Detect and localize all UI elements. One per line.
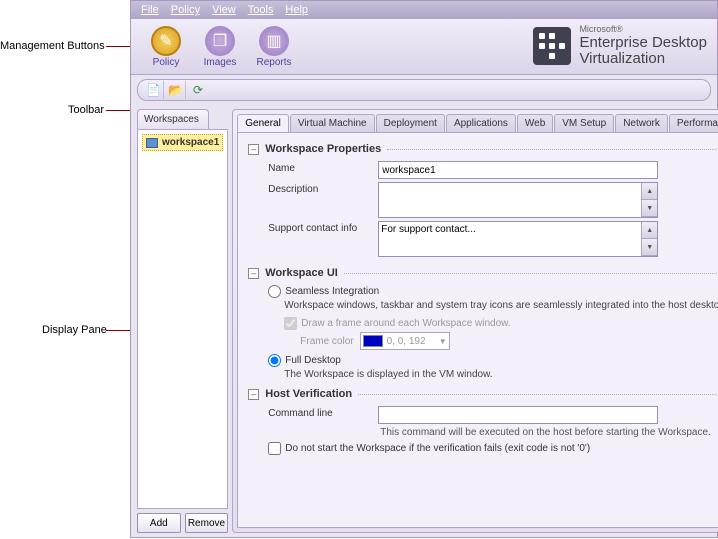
toolbar: 📄 📂 ⟳ [137, 79, 711, 101]
management-bar: ✎ Policy ❐ Images ▥ Reports Microsoft® E… [131, 19, 717, 75]
tab-general[interactable]: General [237, 114, 289, 132]
frame-check-label: Draw a frame around each Workspace windo… [301, 318, 510, 329]
sidebar-tab-workspaces[interactable]: Workspaces [137, 109, 209, 129]
menubar: File Policy View Tools Help [131, 1, 717, 19]
sidebar: Workspaces workspace1 Add Remove [137, 109, 228, 533]
fulldesktop-radio[interactable] [268, 354, 281, 367]
collapse-icon[interactable]: – [248, 144, 259, 155]
annotation-toolbar: Toolbar [68, 104, 104, 116]
tab-deployment[interactable]: Deployment [376, 114, 445, 132]
description-label: Description [268, 182, 378, 195]
spin-down-icon[interactable]: ▼ [641, 200, 657, 217]
tab-performance[interactable]: Performance [669, 114, 718, 132]
seamless-desc: Workspace windows, taskbar and system tr… [284, 300, 718, 311]
menu-policy[interactable]: Policy [167, 4, 204, 16]
command-line-input[interactable] [378, 406, 658, 424]
menu-help[interactable]: Help [281, 4, 312, 16]
command-line-label: Command line [268, 406, 378, 419]
policy-icon: ✎ [151, 26, 181, 56]
support-input[interactable] [379, 222, 641, 256]
fail-checkbox[interactable] [268, 442, 281, 455]
tab-applications[interactable]: Applications [446, 114, 516, 132]
annotation-mgmt: Management Buttons [0, 40, 105, 52]
tab-bar: General Virtual Machine Deployment Appli… [237, 114, 718, 132]
reports-icon: ▥ [259, 26, 289, 56]
spin-down-icon[interactable]: ▼ [641, 239, 657, 256]
name-label: Name [268, 161, 378, 174]
remove-button[interactable]: Remove [185, 513, 229, 533]
menu-tools[interactable]: Tools [244, 4, 278, 16]
section-workspace-properties: Workspace Properties [265, 143, 381, 155]
fulldesktop-label: Full Desktop [285, 355, 341, 366]
tab-virtual-machine[interactable]: Virtual Machine [290, 114, 375, 132]
spin-up-icon[interactable]: ▲ [641, 222, 657, 239]
command-line-hint: This command will be executed on the hos… [380, 427, 718, 438]
workspace-list: workspace1 [137, 129, 228, 509]
workspace-icon [146, 138, 158, 148]
brand-line2: Virtualization [579, 51, 707, 68]
tab-vm-setup[interactable]: VM Setup [554, 114, 614, 132]
fulldesktop-desc: The Workspace is displayed in the VM win… [284, 369, 718, 380]
delete-workspace-icon[interactable]: 📂 [166, 81, 186, 99]
refresh-icon[interactable]: ⟳ [188, 81, 208, 99]
section-host-verification: Host Verification [265, 388, 352, 400]
general-panel: – Workspace Properties Name Description [237, 132, 718, 528]
brand: Microsoft® Enterprise Desktop Virtualiza… [533, 25, 707, 68]
mgmt-policy-label: Policy [153, 57, 180, 68]
support-label: Support contact info [268, 221, 378, 234]
collapse-icon[interactable]: – [248, 389, 259, 400]
spin-up-icon[interactable]: ▲ [641, 183, 657, 200]
workspace-item-label: workspace1 [162, 137, 219, 148]
tab-network[interactable]: Network [615, 114, 668, 132]
seamless-label: Seamless Integration [285, 286, 379, 297]
brand-line1: Enterprise Desktop [579, 35, 707, 52]
frame-checkbox [284, 317, 297, 330]
menu-file[interactable]: File [137, 4, 163, 16]
name-input[interactable] [378, 161, 658, 179]
mgmt-reports-button[interactable]: ▥ Reports [247, 24, 301, 70]
color-swatch-icon [363, 335, 383, 347]
main-panel: General Virtual Machine Deployment Appli… [232, 109, 718, 533]
tab-web[interactable]: Web [517, 114, 553, 132]
mgmt-reports-label: Reports [256, 57, 291, 68]
frame-color-value: 0, 0, 192 [387, 336, 426, 347]
seamless-radio[interactable] [268, 285, 281, 298]
mgmt-images-label: Images [204, 57, 237, 68]
app-window: File Policy View Tools Help ✎ Policy ❐ I… [130, 0, 718, 538]
frame-color-picker: 0, 0, 192 ▼ [360, 332, 450, 350]
fail-check-label: Do not start the Workspace if the verifi… [285, 443, 590, 454]
section-workspace-ui: Workspace UI [265, 267, 338, 279]
menu-view[interactable]: View [208, 4, 240, 16]
mgmt-policy-button[interactable]: ✎ Policy [139, 24, 193, 70]
annotation-pane: Display Pane [42, 324, 107, 336]
workspace-item[interactable]: workspace1 [142, 134, 223, 151]
description-input[interactable] [379, 183, 641, 217]
add-button[interactable]: Add [137, 513, 181, 533]
brand-icon [533, 27, 571, 65]
new-workspace-icon[interactable]: 📄 [144, 81, 164, 99]
images-icon: ❐ [205, 26, 235, 56]
mgmt-images-button[interactable]: ❐ Images [193, 24, 247, 70]
frame-color-label: Frame color [300, 336, 353, 347]
collapse-icon[interactable]: – [248, 268, 259, 279]
chevron-down-icon: ▼ [439, 337, 447, 346]
